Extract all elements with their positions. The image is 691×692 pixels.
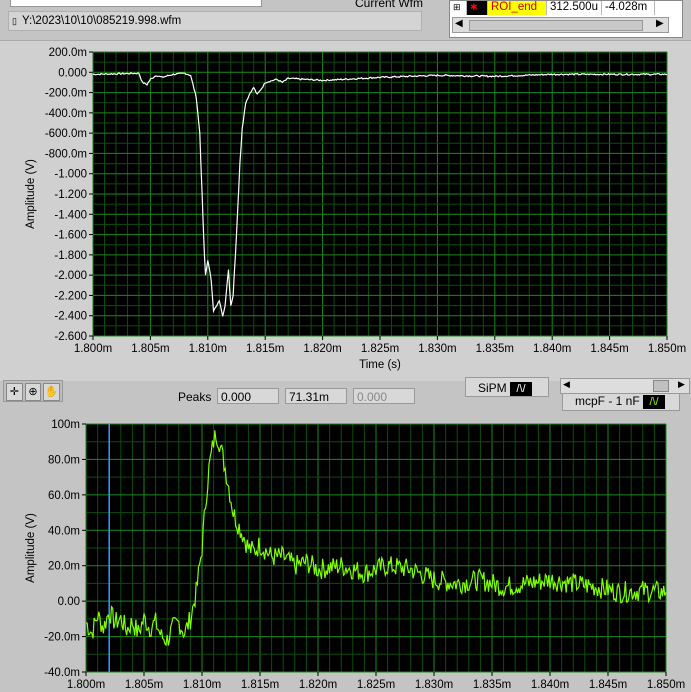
x-tick-label: 1.845m	[589, 679, 627, 691]
y-tick-label: -800.0m	[45, 148, 87, 160]
y-axis-label: Amplitude (V)	[25, 513, 37, 583]
file-path-display[interactable]: ▯ Y:\2023\10\10\085219.998.wfm	[8, 11, 422, 31]
legend-mcpf-label: mcpF - 1 nF	[575, 394, 640, 408]
x-tick-label: 1.850m	[647, 679, 685, 691]
peak-value-3: 0.000	[353, 388, 415, 404]
scroll-thumb[interactable]	[469, 20, 643, 31]
x-tick-label: 1.800m	[67, 679, 105, 691]
x-tick-label: 1.840m	[533, 343, 571, 355]
x-tick-label: 1.840m	[531, 679, 569, 691]
y-tick-label: -200.0m	[45, 88, 87, 100]
cursor-row[interactable]: ⊞ ✱ ROI_end 312.500u -4.028m	[450, 1, 682, 15]
y-tick-label: -2.000	[54, 270, 87, 282]
bottom-waveform-graph[interactable]: 100m 80.0m 60.0m 40.0m 20.0m 0.00 -20.0m -40.0m…	[0, 412, 691, 692]
x-tick-label: 1.810m	[183, 679, 221, 691]
y-tick-label: -1.200	[54, 189, 87, 201]
legend-scrollbar[interactable]: ◀ ▶	[560, 378, 690, 394]
expand-icon[interactable]: ⊞	[450, 1, 467, 15]
x-tick-label: 1.835m	[476, 343, 514, 355]
zoom-tool-icon[interactable]: ⊕	[24, 383, 42, 401]
x-tick-label: 1.825m	[357, 679, 395, 691]
x-tick-label: 1.845m	[590, 343, 628, 355]
y-tick-label: 0.000	[58, 67, 87, 79]
legend-sipm-label: SiPM	[478, 381, 507, 395]
peaks-label: Peaks	[178, 390, 212, 404]
x-tick-label: 1.850m	[648, 343, 686, 355]
x-axis-label: Time (s)	[359, 359, 401, 371]
y-tick-label: 80.0m	[48, 454, 80, 466]
y-tick-label: -400.0m	[45, 108, 87, 120]
y-tick-label: 60.0m	[48, 490, 80, 502]
x-tick-label: 1.830m	[415, 679, 453, 691]
x-tick-label: 1.820m	[299, 679, 337, 691]
cursor-style-icon: ✱	[467, 1, 488, 15]
cursor-tool-icon[interactable]: ✛	[6, 383, 23, 401]
y-tick-label: -1.400	[54, 209, 87, 221]
y-tick-label: -1.000	[54, 169, 87, 181]
y-tick-label: -2.400	[54, 311, 87, 323]
y-tick-label: -1.600	[54, 230, 87, 242]
scroll-left-icon[interactable]: ◀	[455, 18, 463, 29]
table-horizontal-scrollbar[interactable]: ◀ ▶	[452, 17, 669, 33]
legend-scroll-thumb[interactable]	[653, 380, 669, 392]
y-tick-label: -2.200	[54, 290, 87, 302]
x-tick-label: 1.815m	[241, 679, 279, 691]
x-tick-label: 1.820m	[303, 343, 341, 355]
x-tick-label: 1.815m	[246, 343, 284, 355]
file-path-text: Y:\2023\10\10\085219.998.wfm	[22, 15, 182, 27]
y-tick-label: 0.00	[58, 596, 80, 608]
legend-mcpf-swatch: /\/	[643, 394, 666, 409]
y-tick-label: 200.0m	[49, 47, 87, 59]
x-tick-label: 1.805m	[125, 679, 163, 691]
x-tick-label: 1.805m	[131, 343, 169, 355]
legend-scroll-right-icon[interactable]: ▶	[678, 379, 685, 390]
cursor-y: -4.028m	[602, 1, 655, 15]
scroll-right-icon[interactable]: ▶	[656, 18, 664, 29]
legend-scroll-left-icon[interactable]: ◀	[563, 379, 570, 390]
top-left-panel	[10, 0, 262, 7]
graph-palette: ✛ ⊕ ✋	[3, 380, 63, 402]
pan-hand-icon[interactable]: ✋	[43, 383, 61, 401]
file-path-icon: ▯	[12, 16, 17, 26]
y-tick-label: 20.0m	[48, 561, 80, 573]
x-tick-label: 1.830m	[418, 343, 456, 355]
peak-value-1: 0.000	[217, 388, 279, 404]
current-wfm-label: Current Wfm	[355, 0, 424, 10]
top-waveform-graph[interactable]: 200.0m 0.000 -200.0m -400.0m -600.0m -800.0m -…	[0, 40, 691, 380]
y-tick-label: 40.0m	[48, 525, 80, 537]
x-tick-label: 1.825m	[361, 343, 399, 355]
y-tick-label: -1.800	[54, 250, 87, 262]
y-tick-label: 100m	[51, 419, 80, 431]
cursor-x: 312.500u	[547, 1, 602, 15]
y-tick-label: -2.600	[54, 331, 87, 343]
y-tick-label: -40.0m	[44, 667, 80, 679]
y-tick-label: -20.0m	[44, 632, 80, 644]
legend-sipm-swatch: /\/	[510, 381, 533, 396]
x-tick-label: 1.810m	[189, 343, 227, 355]
x-tick-label: 1.800m	[74, 343, 112, 355]
legend-mcpf[interactable]: mcpF - 1 nF /\/	[562, 393, 680, 411]
x-tick-label: 1.835m	[473, 679, 511, 691]
y-tick-label: -600.0m	[45, 128, 87, 140]
peak-value-2: 71.31m	[285, 388, 347, 404]
y-axis-label: Amplitude (V)	[25, 159, 37, 229]
cursor-name[interactable]: ROI_end	[488, 1, 547, 15]
legend-sipm[interactable]: SiPM /\/	[465, 377, 549, 397]
